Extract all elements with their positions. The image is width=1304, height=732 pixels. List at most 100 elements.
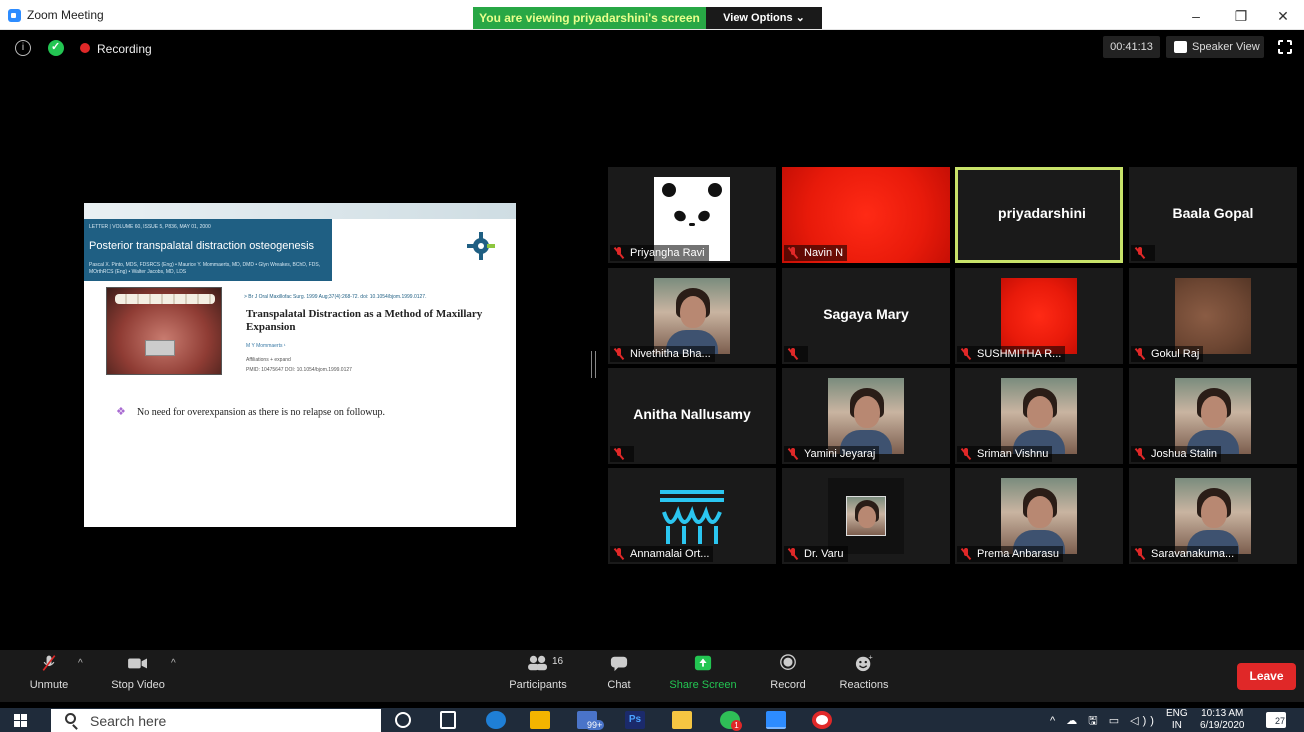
participant-tile[interactable]: Annamalai Ort... <box>608 468 776 564</box>
muted-mic-icon <box>788 548 798 560</box>
participant-display-name: Baala Gopal <box>1172 205 1254 221</box>
participant-tile[interactable]: Dr. Varu <box>782 468 950 564</box>
participants-button[interactable]: 16 Participants <box>506 654 570 691</box>
region-code: IN <box>1171 720 1182 731</box>
system-tray-icons[interactable]: ^ ☁ 🖫 ▭ ◁)) <box>1050 712 1158 731</box>
article-author: M Y Mommaerts ¹ <box>246 343 286 349</box>
record-button[interactable]: Record <box>769 654 807 691</box>
windows-start-icon[interactable] <box>14 714 28 728</box>
view-options-button[interactable]: View Options ⌄ <box>706 7 822 29</box>
search-icon <box>65 713 76 724</box>
citation: > Br J Oral Maxillofac Surg. 1999 Aug;37… <box>244 294 427 300</box>
participant-nameplate: Sriman Vishnu <box>957 446 1053 462</box>
chat-button[interactable]: Chat <box>603 654 635 691</box>
appliance-device <box>145 340 175 356</box>
photoshop-icon[interactable]: Ps <box>625 711 645 729</box>
stop-video-label: Stop Video <box>111 679 165 691</box>
participants-icon <box>528 655 547 671</box>
close-button[interactable]: ✕ <box>1273 8 1293 25</box>
svg-text:+: + <box>869 654 873 661</box>
participant-photo <box>1175 478 1251 554</box>
meeting-toolbar: Unmute ^ Stop Video ^ 16 Participants Ch… <box>0 650 1304 702</box>
slide-top-strip <box>84 203 516 219</box>
notifications-icon[interactable]: 27 <box>1266 712 1286 728</box>
chat-bubble-icon <box>610 656 628 672</box>
store-icon[interactable] <box>530 711 550 729</box>
stop-video-button[interactable]: Stop Video <box>108 654 168 691</box>
participant-tile[interactable]: Sagaya Mary <box>782 268 950 364</box>
participant-photo <box>654 278 730 354</box>
participant-photo <box>1175 378 1251 454</box>
fullscreen-icon[interactable] <box>1277 39 1293 55</box>
muted-mic-icon <box>961 448 971 460</box>
participant-tile[interactable]: Navin N <box>782 167 950 263</box>
article-title: Transpalatal Distraction as a Method of … <box>246 308 483 333</box>
reactions-smiley-icon: + <box>855 654 873 672</box>
muted-mic-icon <box>1135 247 1145 259</box>
muted-mic-icon <box>788 247 798 259</box>
language-indicator[interactable]: ENG IN <box>1166 708 1188 732</box>
participant-nameplate: SUSHMITHA R... <box>957 346 1066 362</box>
meeting-info-icon[interactable]: i <box>15 40 31 56</box>
participant-tile[interactable]: Anitha Nallusamy <box>608 368 776 464</box>
participant-nameplate: Nivethitha Bha... <box>610 346 715 362</box>
windows-taskbar: Search here 99+ Ps 1 ^ ☁ 🖫 ▭ ◁)) ENG IN … <box>0 708 1304 732</box>
taskbar-clock[interactable]: 10:13 AM 6/19/2020 <box>1200 708 1245 732</box>
notifications-count: 27 <box>1274 716 1285 726</box>
chat-label: Chat <box>607 679 631 691</box>
unmute-button[interactable]: Unmute <box>24 654 74 691</box>
taskbar-search[interactable]: Search here <box>51 709 381 732</box>
participant-display-name: priyadarshini <box>998 205 1086 221</box>
muted-mic-icon <box>788 448 798 460</box>
muted-mic-icon <box>961 548 971 560</box>
clock-time: 10:13 AM <box>1201 708 1244 719</box>
audio-options-caret-icon[interactable]: ^ <box>78 658 83 669</box>
participant-tile[interactable]: Gokul Raj <box>1129 268 1297 364</box>
leave-button[interactable]: Leave <box>1237 663 1296 690</box>
participant-tile[interactable]: Yamini Jeyaraj <box>782 368 950 464</box>
video-options-caret-icon[interactable]: ^ <box>171 658 176 669</box>
slide-header-authors: Pascal X. Pinto, MDS, FDSRCS (Eng) • Mau… <box>89 262 321 275</box>
speaker-view-button[interactable]: Speaker View <box>1166 36 1264 58</box>
muted-mic-icon <box>1135 548 1145 560</box>
participants-count: 16 <box>552 656 564 667</box>
cortana-icon[interactable] <box>395 712 411 728</box>
reactions-button[interactable]: + Reactions <box>837 654 891 691</box>
participant-tile[interactable]: Prema Anbarasu <box>955 468 1123 564</box>
participant-tile[interactable]: Joshua Stalin <box>1129 368 1297 464</box>
participant-tile[interactable]: Baala Gopal <box>1129 167 1297 263</box>
file-explorer-icon[interactable] <box>672 711 692 729</box>
participant-tile[interactable]: Saravanakuma... <box>1129 468 1297 564</box>
video-gallery: Priyangha Ravi Navin N priyadarshini Baala … <box>608 167 1300 564</box>
participant-display-name: Anitha Nallusamy <box>633 406 751 422</box>
task-view-icon[interactable] <box>440 711 456 729</box>
edge-browser-icon[interactable] <box>486 711 506 729</box>
record-icon <box>780 654 796 670</box>
unmute-label: Unmute <box>29 679 69 691</box>
meeting-timer: 00:41:13 <box>1103 36 1160 58</box>
muted-mic-icon <box>42 655 56 671</box>
shared-screen: LETTER | VOLUME 60, ISSUE 5, P836, MAY 0… <box>12 203 588 527</box>
muted-mic-icon <box>1135 348 1145 360</box>
participant-nameplate: Priyangha Ravi <box>610 245 709 261</box>
speaker-view-label: Speaker View <box>1192 41 1260 53</box>
share-screen-button[interactable]: Share Screen <box>668 654 738 691</box>
reactions-label: Reactions <box>839 679 889 691</box>
slide-header-title: Posterior transpalatal distraction osteo… <box>89 240 315 252</box>
maximize-button[interactable]: ❐ <box>1231 8 1251 25</box>
minimize-button[interactable]: – <box>1186 8 1206 24</box>
splitter-handle[interactable] <box>591 351 596 378</box>
participant-tile[interactable]: priyadarshini <box>955 167 1123 263</box>
encryption-shield-icon[interactable] <box>48 40 64 56</box>
clock-date: 6/19/2020 <box>1200 720 1245 731</box>
participant-tile[interactable]: Sriman Vishnu <box>955 368 1123 464</box>
record-label: Record <box>770 679 806 691</box>
participant-tile[interactable]: Priyangha Ravi <box>608 167 776 263</box>
zoom-taskbar-icon[interactable] <box>766 711 786 729</box>
recorder-icon[interactable] <box>812 711 832 729</box>
participant-tile[interactable]: Nivethitha Bha... <box>608 268 776 364</box>
participant-tile[interactable]: SUSHMITHA R... <box>955 268 1123 364</box>
video-camera-icon <box>128 658 147 669</box>
participant-nameplate: Prema Anbarasu <box>957 546 1063 562</box>
search-placeholder: Search here <box>90 713 167 729</box>
